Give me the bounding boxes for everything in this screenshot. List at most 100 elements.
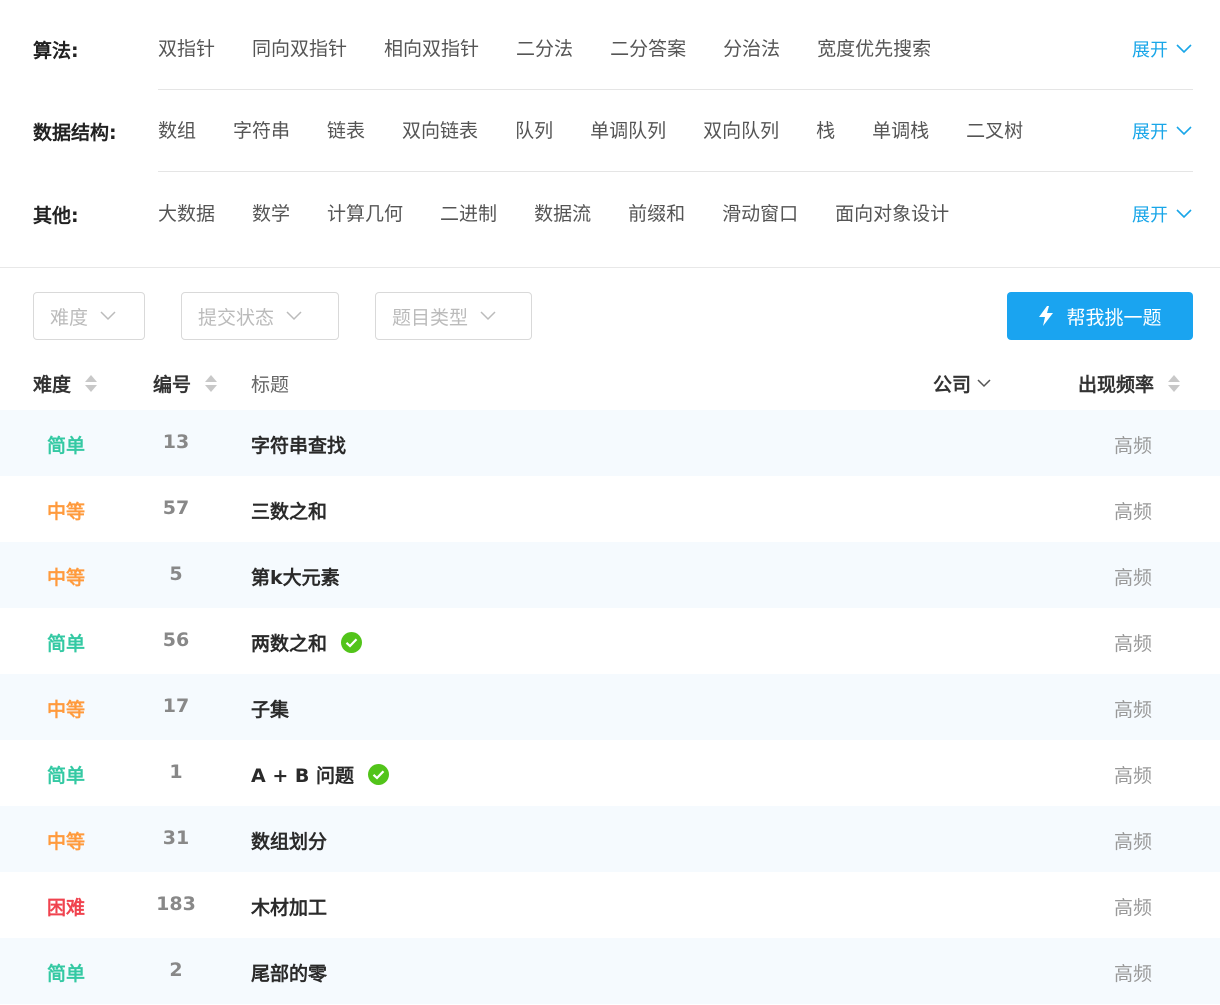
filter-label-data-structure: 数据结构:	[33, 122, 117, 144]
check-circle-icon	[367, 764, 389, 785]
filter-tag[interactable]: 二进制	[440, 199, 497, 226]
column-header-label: 标题	[251, 374, 290, 396]
filter-tag[interactable]: 同向双指针	[252, 34, 347, 61]
filter-label-other: 其他:	[33, 205, 79, 227]
problem-number: 31	[162, 827, 190, 849]
difficulty-badge: 中等	[47, 831, 86, 853]
filter-tag[interactable]: 字符串	[233, 116, 290, 143]
filter-tag[interactable]: 单调队列	[590, 116, 666, 143]
filter-tag[interactable]: 数据流	[534, 199, 591, 226]
filter-tag[interactable]: 大数据	[158, 199, 215, 226]
filter-tag[interactable]: 单调栈	[872, 116, 929, 143]
filter-tag[interactable]: 面向对象设计	[835, 199, 949, 226]
chevron-down-icon	[977, 379, 991, 388]
expand-data-structure-button[interactable]: 展开	[1132, 118, 1192, 144]
table-row[interactable]: 中等 57 三数之和 高频	[0, 476, 1220, 542]
filter-row-algorithm: 算法: 双指针 同向双指针 相向双指针 二分法 二分答案 分治法 宽度优先搜索 展开	[0, 8, 1220, 90]
problem-title: 数组划分	[251, 831, 328, 853]
column-header-frequency[interactable]: 出现频率	[1078, 370, 1181, 397]
filter-tag[interactable]: 宽度优先搜索	[817, 34, 931, 61]
column-header-difficulty[interactable]: 难度	[33, 370, 98, 397]
filter-tag[interactable]: 数学	[252, 199, 290, 226]
problem-title-link[interactable]: 第k大元素	[251, 563, 340, 590]
problem-title-link[interactable]: A + B 问题	[251, 761, 389, 788]
filter-tag[interactable]: 前缀和	[628, 199, 685, 226]
expand-label: 展开	[1132, 122, 1168, 143]
tag-filter-panel: 算法: 双指针 同向双指针 相向双指针 二分法 二分答案 分治法 宽度优先搜索 展开 数据结…	[0, 0, 1220, 268]
problem-title-link[interactable]: 尾部的零	[251, 959, 327, 986]
chevron-down-icon	[100, 311, 116, 321]
problem-title: 两数之和	[251, 633, 328, 655]
frequency-label: 高频	[1114, 435, 1153, 457]
table-row[interactable]: 中等 5 第k大元素 高频	[0, 542, 1220, 608]
difficulty-badge: 中等	[47, 699, 86, 721]
table-row[interactable]: 中等 31 数组划分 高频	[0, 806, 1220, 872]
filter-tag[interactable]: 双向队列	[703, 116, 779, 143]
filter-tag[interactable]: 二分答案	[610, 34, 686, 61]
status-dropdown-label: 提交状态	[198, 306, 275, 329]
filter-tag[interactable]: 相向双指针	[384, 34, 479, 61]
difficulty-badge: 中等	[47, 567, 86, 589]
sort-icon[interactable]	[85, 375, 98, 392]
problem-title-link[interactable]: 两数之和	[251, 629, 363, 656]
problem-title-link[interactable]: 木材加工	[251, 893, 327, 920]
filter-tag[interactable]: 双指针	[158, 34, 215, 61]
table-row[interactable]: 简单 56 两数之和 高频	[0, 608, 1220, 674]
table-row[interactable]: 简单 13 字符串查找 高频	[0, 410, 1220, 476]
problem-title-link[interactable]: 字符串查找	[251, 431, 346, 458]
frequency-label: 高频	[1114, 831, 1153, 853]
filter-tag[interactable]: 分治法	[723, 34, 780, 61]
problem-toolbar: 难度 提交状态 题目类型 帮我挑一题	[0, 292, 1220, 340]
filter-tag[interactable]: 二分法	[516, 34, 573, 61]
expand-algorithm-button[interactable]: 展开	[1132, 36, 1192, 62]
problem-title-link[interactable]: 数组划分	[251, 827, 327, 854]
chevron-down-icon	[1176, 126, 1192, 136]
problem-number: 1	[169, 761, 183, 783]
table-row[interactable]: 困难 183 木材加工 高频	[0, 872, 1220, 938]
filter-tags-data-structure: 数组 字符串 链表 双向链表 队列 单调队列 双向队列 栈 单调栈 二叉树	[158, 116, 1060, 143]
difficulty-dropdown[interactable]: 难度	[33, 292, 145, 340]
difficulty-dropdown-label: 难度	[50, 306, 89, 329]
filter-tag[interactable]: 栈	[816, 116, 835, 143]
frequency-label: 高频	[1114, 963, 1153, 985]
company-filter-dropdown[interactable]: 公司	[933, 370, 991, 397]
filter-tag[interactable]: 滑动窗口	[722, 199, 798, 226]
problem-title: 第k大元素	[251, 567, 340, 589]
filter-tag[interactable]: 数组	[158, 116, 196, 143]
difficulty-badge: 简单	[47, 435, 86, 457]
frequency-label: 高频	[1114, 897, 1153, 919]
table-row[interactable]: 简单 1 A + B 问题 高频	[0, 740, 1220, 806]
status-dropdown[interactable]: 提交状态	[181, 292, 339, 340]
sort-icon[interactable]	[205, 375, 218, 392]
sort-icon[interactable]	[1168, 375, 1181, 392]
filter-tags-other: 大数据 数学 计算几何 二进制 数据流 前缀和 滑动窗口 面向对象设计	[158, 199, 986, 226]
problem-list: 简单 13 字符串查找 高频 中等 57 三数之和 高频 中等 5 第k大元素 …	[0, 410, 1220, 1004]
divider	[158, 171, 1193, 172]
filter-tag[interactable]: 链表	[327, 116, 365, 143]
expand-other-button[interactable]: 展开	[1132, 201, 1192, 227]
table-row[interactable]: 简单 2 尾部的零 高频	[0, 938, 1220, 1004]
filter-tags-algorithm: 双指针 同向双指针 相向双指针 二分法 二分答案 分治法 宽度优先搜索	[158, 34, 968, 61]
lightning-icon	[1039, 306, 1054, 326]
problem-title: 字符串查找	[251, 435, 347, 457]
problem-title: A + B 问题	[251, 765, 354, 787]
filter-tag[interactable]: 队列	[515, 116, 553, 143]
filter-row-data-structure: 数据结构: 数组 字符串 链表 双向链表 队列 单调队列 双向队列 栈 单调栈 二叉树 展开	[0, 90, 1220, 172]
chevron-down-icon	[1176, 44, 1192, 54]
problem-number: 5	[169, 563, 183, 585]
problem-title-link[interactable]: 三数之和	[251, 497, 327, 524]
filter-tag[interactable]: 计算几何	[327, 199, 403, 226]
problem-title: 木材加工	[251, 897, 328, 919]
problem-title-link[interactable]: 子集	[251, 695, 289, 722]
chevron-down-icon	[286, 311, 302, 321]
problem-number: 183	[156, 893, 196, 915]
pick-problem-button[interactable]: 帮我挑一题	[1007, 292, 1193, 340]
frequency-label: 高频	[1114, 567, 1153, 589]
filter-tag[interactable]: 双向链表	[402, 116, 478, 143]
type-dropdown[interactable]: 题目类型	[375, 292, 532, 340]
column-header-label: 难度	[33, 374, 72, 396]
table-row[interactable]: 中等 17 子集 高频	[0, 674, 1220, 740]
column-header-number[interactable]: 编号	[153, 370, 218, 397]
filter-tag[interactable]: 二叉树	[966, 116, 1023, 143]
difficulty-badge: 简单	[47, 633, 86, 655]
